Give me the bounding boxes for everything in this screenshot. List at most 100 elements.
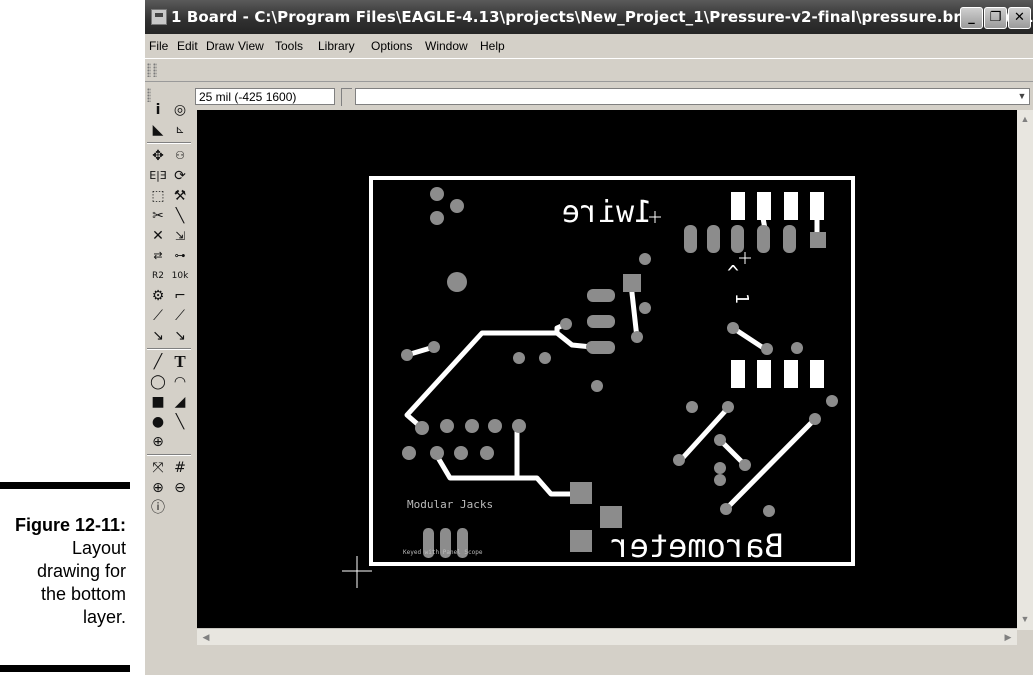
caption-rule-bottom bbox=[0, 665, 130, 672]
polygon-icon[interactable]: ◢ bbox=[170, 392, 190, 412]
signal-icon[interactable]: ╲ bbox=[170, 412, 190, 432]
arc-icon[interactable]: ◠ bbox=[170, 372, 190, 392]
ratsnest-icon[interactable]: ⤧ bbox=[148, 458, 168, 478]
caption-line: layer. bbox=[82, 607, 126, 627]
move-icon[interactable]: ✥ bbox=[148, 146, 168, 166]
board-canvas[interactable]: 1wire Barometer Modular Jacks Keyed with… bbox=[197, 110, 1033, 630]
ripup-icon[interactable]: ↘ bbox=[170, 326, 190, 346]
pad bbox=[810, 192, 824, 220]
name-icon[interactable]: R2 bbox=[148, 266, 168, 286]
caption-rule-top bbox=[0, 482, 130, 489]
caption-text: Figure 12-11: Layout drawing for the bot… bbox=[0, 514, 126, 629]
command-toolbar: i ◎ ◣ ⊾ ✥ ⚇ E|Ǝ ⟳ ⬚ ⚒ ✂ ╲ ✕ ⇲ ⇄ ⊶ R2 10k… bbox=[145, 98, 195, 658]
delete-icon[interactable]: ✕ bbox=[148, 226, 168, 246]
smash-icon[interactable]: ⚙ bbox=[148, 286, 168, 306]
wire-icon[interactable]: ╱ bbox=[148, 352, 168, 372]
header-pads bbox=[731, 192, 824, 388]
status-bar bbox=[145, 646, 1033, 675]
board-label-keyed: Keyed with Panel Scope bbox=[403, 549, 483, 556]
erc-icon[interactable]: ⓘ bbox=[148, 498, 168, 518]
layers-icon[interactable]: ◣ bbox=[148, 120, 168, 140]
group-icon[interactable]: ⬚ bbox=[148, 186, 168, 206]
menu-options[interactable]: Options bbox=[371, 39, 412, 53]
paste-icon[interactable]: ╲ bbox=[170, 206, 190, 226]
toolbar-grip[interactable] bbox=[153, 63, 157, 77]
pad bbox=[731, 192, 745, 220]
caption-line: drawing for bbox=[36, 561, 126, 581]
title-bar[interactable]: 1 Board - C:\Program Files\EAGLE-4.13\pr… bbox=[145, 0, 1033, 34]
pcb-layout: 1wire Barometer Modular Jacks Keyed with… bbox=[342, 176, 855, 588]
route-icon[interactable]: ↘ bbox=[148, 326, 168, 346]
command-line-input[interactable]: ▼ bbox=[355, 88, 1030, 105]
pad bbox=[810, 360, 824, 388]
toolbar-grip[interactable] bbox=[147, 63, 151, 77]
caption-line: the bottom bbox=[40, 584, 126, 604]
circle-icon[interactable]: ◯ bbox=[148, 372, 168, 392]
menu-draw[interactable]: Draw bbox=[206, 39, 234, 53]
copy-icon[interactable]: ⚇ bbox=[170, 146, 190, 166]
menu-tools[interactable]: Tools bbox=[275, 39, 303, 53]
optimize-icon[interactable]: ⟋ bbox=[170, 306, 190, 326]
info-icon[interactable]: i bbox=[148, 100, 168, 120]
cut-icon[interactable]: ✂ bbox=[148, 206, 168, 226]
pad bbox=[757, 192, 771, 220]
pad bbox=[784, 360, 798, 388]
toolbar-separator bbox=[341, 88, 352, 106]
rotate-icon[interactable]: ⟳ bbox=[170, 166, 190, 186]
action-toolbar bbox=[145, 58, 1033, 82]
menu-view[interactable]: View bbox=[238, 39, 264, 53]
board-label-small-a: ^ bbox=[727, 261, 739, 285]
traces bbox=[404, 215, 820, 512]
errors-icon[interactable]: ⊖ bbox=[170, 478, 190, 498]
eye-icon[interactable]: ◎ bbox=[170, 100, 190, 120]
via-icon[interactable]: ● bbox=[148, 412, 168, 432]
menu-window[interactable]: Window bbox=[425, 39, 468, 53]
board-label-small-b: 1 bbox=[731, 293, 752, 304]
mirror-icon[interactable]: E|Ǝ bbox=[148, 166, 168, 186]
change-icon[interactable]: ⚒ bbox=[170, 186, 190, 206]
crosshair-icon bbox=[342, 556, 372, 588]
scroll-left-icon[interactable]: ◀ bbox=[199, 630, 213, 644]
horizontal-scrollbar[interactable]: ◀ ▶ bbox=[197, 628, 1017, 645]
window-title: 1 Board - C:\Program Files\EAGLE-4.13\pr… bbox=[171, 8, 1033, 26]
replace-icon[interactable]: ⊶ bbox=[170, 246, 190, 266]
parameter-toolbar: 25 mil (-425 1600) ▼ bbox=[145, 84, 1033, 108]
maximize-button[interactable]: ❐ bbox=[984, 7, 1007, 29]
vertical-scrollbar[interactable]: ▲ ▼ bbox=[1017, 110, 1033, 630]
figure-number: Figure 12-11: bbox=[14, 515, 126, 535]
trace bbox=[628, 281, 640, 341]
menu-edit[interactable]: Edit bbox=[177, 39, 198, 53]
close-button[interactable]: ✕ bbox=[1008, 7, 1031, 29]
coordinate-display: 25 mil (-425 1600) bbox=[195, 88, 335, 105]
toolbar-separator bbox=[147, 454, 191, 456]
rect-icon[interactable]: ■ bbox=[148, 392, 168, 412]
board-label-modular-jacks: Modular Jacks bbox=[407, 498, 493, 511]
scroll-up-icon[interactable]: ▲ bbox=[1018, 112, 1032, 126]
split-icon[interactable]: ⟋ bbox=[148, 306, 168, 326]
pad bbox=[731, 360, 745, 388]
chevron-down-icon[interactable]: ▼ bbox=[1015, 89, 1029, 104]
toolbar-separator bbox=[147, 142, 191, 144]
autorouter-icon[interactable]: # bbox=[170, 458, 190, 478]
pinswap-icon[interactable]: ⇄ bbox=[148, 246, 168, 266]
scroll-down-icon[interactable]: ▼ bbox=[1018, 612, 1032, 626]
miter-icon[interactable]: ⌐ bbox=[170, 286, 190, 306]
add-icon[interactable]: ⇲ bbox=[170, 226, 190, 246]
menu-help[interactable]: Help bbox=[480, 39, 505, 53]
scroll-right-icon[interactable]: ▶ bbox=[1001, 630, 1015, 644]
crosshair-icon bbox=[739, 252, 751, 264]
hole-icon[interactable]: ⊕ bbox=[148, 432, 168, 452]
text-icon[interactable]: T bbox=[170, 352, 190, 372]
trace bbox=[434, 453, 580, 497]
value-icon[interactable]: 10k bbox=[170, 266, 190, 286]
board-label-barometer: Barometer bbox=[610, 527, 783, 565]
app-icon[interactable] bbox=[151, 9, 167, 25]
drc-icon[interactable]: ⊕ bbox=[148, 478, 168, 498]
pad bbox=[784, 192, 798, 220]
minimize-button[interactable]: _ bbox=[960, 7, 983, 29]
menu-library[interactable]: Library bbox=[318, 39, 355, 53]
menu-file[interactable]: File bbox=[149, 39, 168, 53]
pad bbox=[757, 360, 771, 388]
menu-bar: File Edit Draw View Tools Library Option… bbox=[145, 34, 1033, 56]
mark-icon[interactable]: ⊾ bbox=[170, 120, 190, 140]
